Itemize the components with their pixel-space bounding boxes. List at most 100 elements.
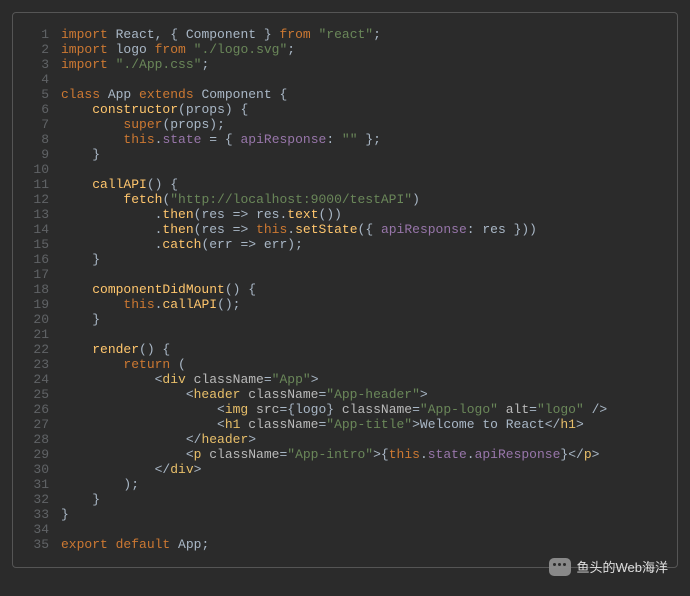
line-number: 23 [21, 357, 61, 372]
line-number: 13 [21, 207, 61, 222]
code-content: } [61, 147, 663, 162]
code-content [61, 267, 663, 282]
line-number: 20 [21, 312, 61, 327]
code-line: 25 <header className="App-header"> [21, 387, 663, 402]
line-number: 3 [21, 57, 61, 72]
code-line: 5class App extends Component { [21, 87, 663, 102]
code-line: 27 <h1 className="App-title">Welcome to … [21, 417, 663, 432]
code-line: 3import "./App.css"; [21, 57, 663, 72]
line-number: 32 [21, 492, 61, 507]
code-line: 20 } [21, 312, 663, 327]
code-content: } [61, 492, 663, 507]
line-number: 7 [21, 117, 61, 132]
code-line: 22 render() { [21, 342, 663, 357]
code-line: 26 <img src={logo} className="App-logo" … [21, 402, 663, 417]
code-content: super(props); [61, 117, 663, 132]
line-number: 16 [21, 252, 61, 267]
code-line: 15 .catch(err => err); [21, 237, 663, 252]
code-content: <div className="App"> [61, 372, 663, 387]
line-number: 34 [21, 522, 61, 537]
code-content: } [61, 507, 663, 522]
code-content [61, 72, 663, 87]
code-line: 2import logo from "./logo.svg"; [21, 42, 663, 57]
code-line: 1import React, { Component } from "react… [21, 27, 663, 42]
code-line: 17 [21, 267, 663, 282]
code-line: 14 .then(res => this.setState({ apiRespo… [21, 222, 663, 237]
code-content: fetch("http://localhost:9000/testAPI") [61, 192, 663, 207]
line-number: 19 [21, 297, 61, 312]
code-line: 19 this.callAPI(); [21, 297, 663, 312]
code-content: </div> [61, 462, 663, 477]
code-line: 9 } [21, 147, 663, 162]
line-number: 11 [21, 177, 61, 192]
chat-bubble-icon [549, 558, 571, 576]
line-number: 9 [21, 147, 61, 162]
code-line: 7 super(props); [21, 117, 663, 132]
code-content: import React, { Component } from "react"… [61, 27, 663, 42]
line-number: 28 [21, 432, 61, 447]
watermark-text: 鱼头的Web海洋 [577, 560, 669, 575]
code-line: 12 fetch("http://localhost:9000/testAPI"… [21, 192, 663, 207]
code-line: 30 </div> [21, 462, 663, 477]
code-content: componentDidMount() { [61, 282, 663, 297]
line-number: 6 [21, 102, 61, 117]
code-content: import logo from "./logo.svg"; [61, 42, 663, 57]
code-content: <h1 className="App-title">Welcome to Rea… [61, 417, 663, 432]
line-number: 4 [21, 72, 61, 87]
line-number: 35 [21, 537, 61, 552]
line-number: 1 [21, 27, 61, 42]
code-line: 21 [21, 327, 663, 342]
line-number: 12 [21, 192, 61, 207]
line-number: 27 [21, 417, 61, 432]
line-number: 29 [21, 447, 61, 462]
line-number: 30 [21, 462, 61, 477]
code-content: class App extends Component { [61, 87, 663, 102]
code-line: 18 componentDidMount() { [21, 282, 663, 297]
code-line: 24 <div className="App"> [21, 372, 663, 387]
code-content: <p className="App-intro">{this.state.api… [61, 447, 663, 462]
code-content: .then(res => this.setState({ apiResponse… [61, 222, 663, 237]
code-content: } [61, 252, 663, 267]
code-line: 32 } [21, 492, 663, 507]
code-line: 28 </header> [21, 432, 663, 447]
line-number: 25 [21, 387, 61, 402]
code-content: <img src={logo} className="App-logo" alt… [61, 402, 663, 417]
code-line: 33} [21, 507, 663, 522]
code-content: render() { [61, 342, 663, 357]
code-line: 31 ); [21, 477, 663, 492]
code-line: 35export default App; [21, 537, 663, 552]
code-content: export default App; [61, 537, 663, 552]
code-content: import "./App.css"; [61, 57, 663, 72]
line-number: 31 [21, 477, 61, 492]
code-content [61, 522, 663, 537]
line-number: 8 [21, 132, 61, 147]
code-content: this.state = { apiResponse: "" }; [61, 132, 663, 147]
watermark: 鱼头的Web海洋 [549, 558, 669, 576]
code-editor: 1import React, { Component } from "react… [12, 12, 678, 568]
code-line: 23 return ( [21, 357, 663, 372]
code-content: constructor(props) { [61, 102, 663, 117]
code-content: ); [61, 477, 663, 492]
code-content: .then(res => res.text()) [61, 207, 663, 222]
code-content [61, 162, 663, 177]
code-content: return ( [61, 357, 663, 372]
line-number: 14 [21, 222, 61, 237]
line-number: 17 [21, 267, 61, 282]
line-number: 10 [21, 162, 61, 177]
code-content [61, 327, 663, 342]
code-content: callAPI() { [61, 177, 663, 192]
code-line: 8 this.state = { apiResponse: "" }; [21, 132, 663, 147]
code-content: .catch(err => err); [61, 237, 663, 252]
line-number: 15 [21, 237, 61, 252]
code-line: 13 .then(res => res.text()) [21, 207, 663, 222]
line-number: 18 [21, 282, 61, 297]
line-number: 33 [21, 507, 61, 522]
code-line: 16 } [21, 252, 663, 267]
code-line: 10 [21, 162, 663, 177]
code-content: this.callAPI(); [61, 297, 663, 312]
code-content: </header> [61, 432, 663, 447]
code-line: 6 constructor(props) { [21, 102, 663, 117]
code-line: 34 [21, 522, 663, 537]
code-content: <header className="App-header"> [61, 387, 663, 402]
code-line: 29 <p className="App-intro">{this.state.… [21, 447, 663, 462]
